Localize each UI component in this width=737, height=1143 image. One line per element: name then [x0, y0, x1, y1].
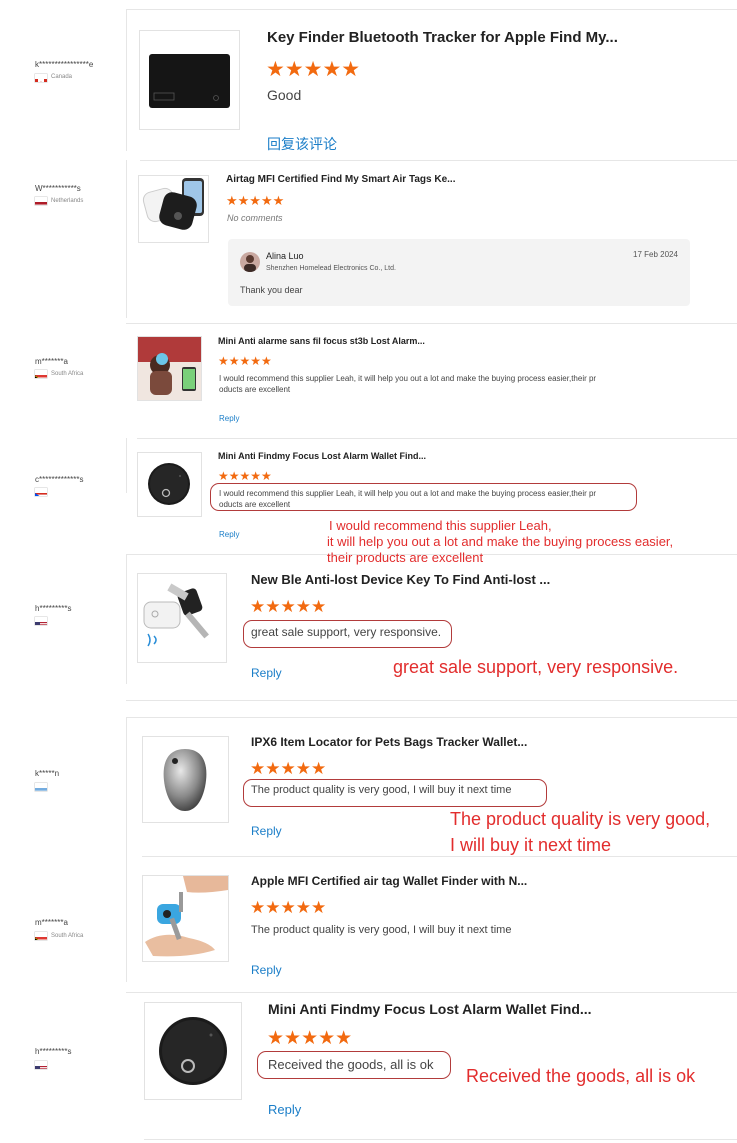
product-thumbnail[interactable] — [137, 336, 202, 401]
seller-company: Shenzhen Homelead Electronics Co., Ltd. — [266, 265, 396, 272]
rating-stars: ★★★★★ — [226, 193, 285, 208]
annotation-text: it will help you out a lot and make the … — [327, 534, 674, 549]
product-title[interactable]: Airtag MFI Certified Find My Smart Air T… — [226, 174, 455, 185]
rating-stars: ★★★★★ — [250, 597, 327, 616]
review-text-line: oducts are excellent — [219, 385, 291, 394]
highlight-oval — [243, 620, 452, 648]
review-text: No comments — [227, 213, 283, 223]
product-thumbnail[interactable] — [144, 1002, 242, 1100]
flag-icon — [35, 488, 47, 496]
product-thumbnail[interactable] — [142, 736, 229, 823]
buyer-name: h*********s — [35, 604, 72, 613]
rating-stars: ★★★★★ — [266, 58, 361, 81]
product-title[interactable]: New Ble Anti-lost Device Key To Find Ant… — [251, 572, 550, 587]
south-africa-flag-icon — [35, 370, 47, 378]
review-text: Good — [267, 87, 302, 103]
flag-icon — [35, 783, 47, 791]
us-flag-icon — [35, 1061, 47, 1069]
buyer-name: k*****n — [35, 769, 60, 778]
annotation-text: I will buy it next time — [450, 835, 612, 855]
product-thumbnail[interactable] — [137, 452, 202, 517]
reply-date: 17 Feb 2024 — [633, 250, 678, 259]
south-africa-flag-icon — [35, 932, 47, 940]
review-text: The product quality is very good, I will… — [251, 924, 512, 936]
buyer-name: m*******a — [35, 357, 68, 366]
reply-link[interactable]: 回复该评论 — [267, 134, 337, 154]
annotation-text: I would recommend this supplier Leah, — [329, 518, 552, 533]
product-thumbnail[interactable] — [142, 875, 229, 962]
rating-stars: ★★★★★ — [250, 759, 327, 778]
product-thumbnail[interactable] — [138, 175, 209, 243]
highlight-oval — [210, 483, 637, 511]
annotation-text: great sale support, very responsive. — [393, 657, 679, 677]
us-flag-icon — [35, 617, 47, 625]
seller-name: Alina Luo — [266, 251, 304, 261]
reply-link[interactable]: Reply — [251, 824, 282, 838]
product-title[interactable]: Mini Anti Findmy Focus Lost Alarm Wallet… — [218, 451, 426, 461]
canada-flag-icon — [35, 74, 47, 82]
rating-stars: ★★★★★ — [250, 898, 327, 917]
buyer-country: Netherlands — [51, 198, 84, 204]
buyer-country: Canada — [51, 74, 73, 80]
buyer-name: c*************s — [35, 475, 84, 484]
reply-link[interactable]: Reply — [268, 1102, 301, 1117]
product-thumbnail[interactable] — [137, 573, 227, 663]
annotation-text: The product quality is very good, — [450, 809, 711, 829]
reply-link[interactable]: Reply — [251, 666, 282, 680]
buyer-country: South Africa — [51, 933, 84, 939]
seller-reply-box: Alina Luo Shenzhen Homelead Electronics … — [228, 239, 690, 306]
buyer-name: m*******a — [35, 918, 68, 927]
product-thumbnail[interactable] — [139, 30, 240, 130]
buyer-name: h*********s — [35, 1047, 72, 1056]
buyer-country: South Africa — [51, 371, 84, 377]
seller-reply-text: Thank you dear — [240, 285, 303, 295]
netherlands-flag-icon — [35, 197, 47, 205]
buyer-name: W***********s — [35, 184, 81, 193]
rating-stars: ★★★★★ — [218, 354, 272, 368]
review-text-line: I would recommend this supplier Leah, it… — [219, 374, 597, 383]
product-title[interactable]: Apple MFI Certified air tag Wallet Finde… — [251, 874, 527, 888]
annotation-text: their products are excellent — [327, 550, 484, 565]
highlight-oval — [257, 1051, 451, 1079]
reply-link[interactable]: Reply — [219, 530, 239, 539]
avatar — [240, 252, 260, 272]
annotation-text: Received the goods, all is ok — [466, 1066, 696, 1086]
buyer-name: k****************e — [35, 60, 94, 69]
rating-stars: ★★★★★ — [218, 469, 272, 483]
reply-link[interactable]: Reply — [251, 963, 282, 977]
product-title[interactable]: IPX6 Item Locator for Pets Bags Tracker … — [251, 735, 527, 749]
product-title[interactable]: Mini Anti alarme sans fil focus st3b Los… — [218, 336, 425, 346]
rating-stars: ★★★★★ — [267, 1028, 353, 1049]
product-title[interactable]: Mini Anti Findmy Focus Lost Alarm Wallet… — [268, 1001, 592, 1017]
product-title[interactable]: Key Finder Bluetooth Tracker for Apple F… — [267, 29, 618, 46]
reply-link[interactable]: Reply — [219, 414, 239, 423]
highlight-oval — [243, 779, 547, 807]
